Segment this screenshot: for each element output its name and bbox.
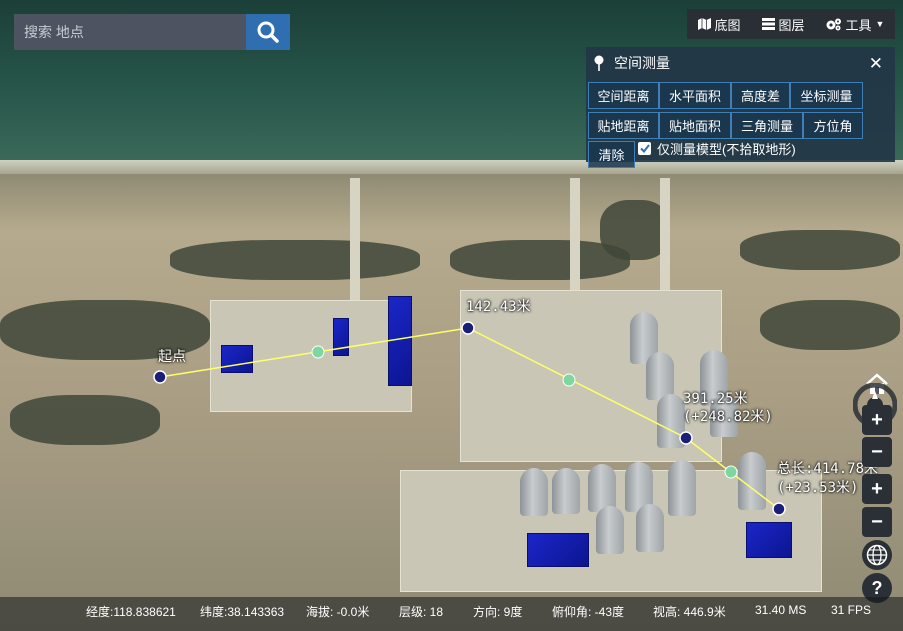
plus-icon: + bbox=[871, 408, 883, 431]
checkmark-icon bbox=[639, 144, 650, 153]
globe-icon bbox=[866, 544, 888, 566]
midpoint-marker[interactable] bbox=[311, 345, 325, 359]
measure-point[interactable] bbox=[461, 321, 475, 335]
search-icon bbox=[257, 21, 279, 43]
status-ms: 31.40 MS bbox=[755, 603, 807, 617]
close-icon[interactable]: ✕ bbox=[869, 54, 883, 74]
layers-label: 图层 bbox=[778, 17, 805, 33]
search-input[interactable] bbox=[14, 14, 244, 50]
space-distance-button[interactable]: 空间距离 bbox=[588, 82, 659, 109]
panel-header: 空间测量 bbox=[586, 47, 895, 79]
tilt-down-button[interactable]: − bbox=[862, 507, 892, 537]
triangle-measure-button[interactable]: 三角测量 bbox=[731, 112, 803, 139]
coordinate-measure-button[interactable]: 坐标测量 bbox=[790, 82, 863, 109]
ground-distance-button[interactable]: 贴地距离 bbox=[588, 112, 659, 139]
status-bar: 经度:118.838621 纬度:38.143363 海拔: -0.0米 层级:… bbox=[0, 597, 903, 623]
status-fps: 31 FPS bbox=[831, 603, 872, 617]
height-diff-button[interactable]: 高度差 bbox=[731, 82, 790, 109]
search-box bbox=[14, 14, 246, 50]
status-pitch: 俯仰角: -43度 bbox=[552, 605, 625, 619]
tools-button[interactable]: 工具 ▼ bbox=[826, 15, 885, 34]
model-only-label: 仅测量模型(不拾取地形) bbox=[657, 142, 796, 157]
layers-icon bbox=[761, 18, 775, 30]
search-button[interactable] bbox=[246, 14, 290, 50]
zoom-in-button[interactable]: + bbox=[862, 405, 892, 435]
model-only-checkbox[interactable] bbox=[638, 142, 651, 155]
horizontal-area-button[interactable]: 水平面积 bbox=[659, 82, 731, 109]
measure-label-segment: 391.25米 bbox=[683, 391, 748, 407]
status-longitude: 经度:118.838621 bbox=[86, 605, 176, 619]
status-latitude: 纬度:38.143363 bbox=[200, 605, 285, 619]
map-icon bbox=[697, 18, 711, 30]
midpoint-marker[interactable] bbox=[562, 373, 576, 387]
ground-area-button[interactable]: 贴地面积 bbox=[659, 112, 731, 139]
caret-down-icon: ▼ bbox=[875, 19, 885, 29]
top-toolbar: 底图 图层 工具 ▼ bbox=[687, 9, 895, 39]
basemap-button[interactable]: 底图 bbox=[697, 15, 741, 34]
status-level: 层级: 18 bbox=[399, 605, 444, 619]
bottom-strip bbox=[0, 623, 903, 631]
measure-point[interactable] bbox=[679, 431, 693, 445]
basemap-label: 底图 bbox=[714, 17, 741, 33]
pin-icon bbox=[594, 55, 604, 71]
globe-button[interactable] bbox=[862, 540, 892, 570]
zoom-out-button[interactable]: − bbox=[862, 437, 892, 467]
panel-title: 空间测量 bbox=[614, 55, 670, 71]
help-icon: ? bbox=[871, 577, 883, 598]
layers-button[interactable]: 图层 bbox=[761, 15, 805, 34]
plus-icon: + bbox=[871, 477, 883, 500]
midpoint-marker[interactable] bbox=[724, 465, 738, 479]
tools-label: 工具 bbox=[845, 17, 872, 33]
measure-label-segment-height: (+248.82米) bbox=[683, 409, 773, 425]
status-heading: 方向: 9度 bbox=[473, 605, 523, 619]
cogs-icon bbox=[826, 18, 841, 30]
measure-point-end[interactable] bbox=[772, 502, 786, 516]
measure-label-segment: 142.43米 bbox=[466, 299, 531, 315]
minus-icon: − bbox=[871, 510, 883, 533]
azimuth-button[interactable]: 方位角 bbox=[803, 112, 863, 139]
tilt-up-button[interactable]: + bbox=[862, 474, 892, 504]
clear-button[interactable]: 清除 bbox=[588, 141, 635, 168]
measure-label-total-height: (+23.53米) bbox=[777, 480, 859, 496]
measure-label-start: 起点 bbox=[158, 349, 186, 365]
minus-icon: − bbox=[871, 440, 883, 463]
measure-point-start[interactable] bbox=[153, 370, 167, 384]
status-view-height: 视高: 446.9米 bbox=[653, 605, 726, 619]
status-altitude: 海拔: -0.0米 bbox=[306, 605, 370, 619]
